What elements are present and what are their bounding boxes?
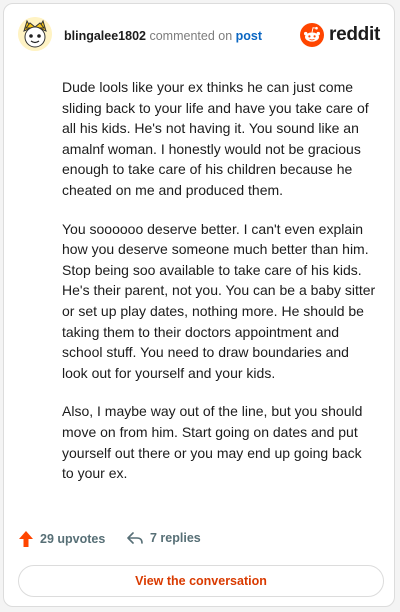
comment-body: Dude lools like your ex thinks he can ju… <box>62 77 376 502</box>
comment-footer: 29 upvotes 7 replies <box>18 530 318 554</box>
comment-paragraph: Dude lools like your ex thinks he can ju… <box>62 79 369 198</box>
post-link[interactable]: post <box>236 29 262 43</box>
action-text: commented on <box>149 29 233 43</box>
replies-button[interactable]: 7 replies <box>126 530 201 546</box>
reply-arrow-icon <box>127 532 143 544</box>
view-conversation-button[interactable]: View the conversation <box>18 565 384 597</box>
upvote-count: 29 upvotes <box>40 532 106 546</box>
comment-paragraph: You soooooo deserve better. I can't even… <box>62 220 376 381</box>
reddit-logo[interactable]: reddit <box>300 22 380 48</box>
comment-meta: blingalee1802 commented on post <box>64 29 262 43</box>
comment-card: blingalee1802 commented on post reddit D… <box>3 3 395 607</box>
comment-paragraph: Also, I maybe way out of the line, but y… <box>62 403 363 482</box>
upvote-button[interactable]: 29 upvotes <box>18 530 105 548</box>
username-link[interactable]: blingalee1802 <box>64 29 146 43</box>
upvote-arrow-icon <box>19 531 33 547</box>
reddit-alien-icon <box>300 23 325 47</box>
reddit-wordmark: reddit <box>329 24 380 45</box>
reply-count: 7 replies <box>150 531 201 545</box>
comment-header: blingalee1802 commented on post reddit <box>18 16 380 56</box>
user-avatar[interactable] <box>18 17 52 51</box>
snoo-avatar-icon <box>18 17 52 51</box>
